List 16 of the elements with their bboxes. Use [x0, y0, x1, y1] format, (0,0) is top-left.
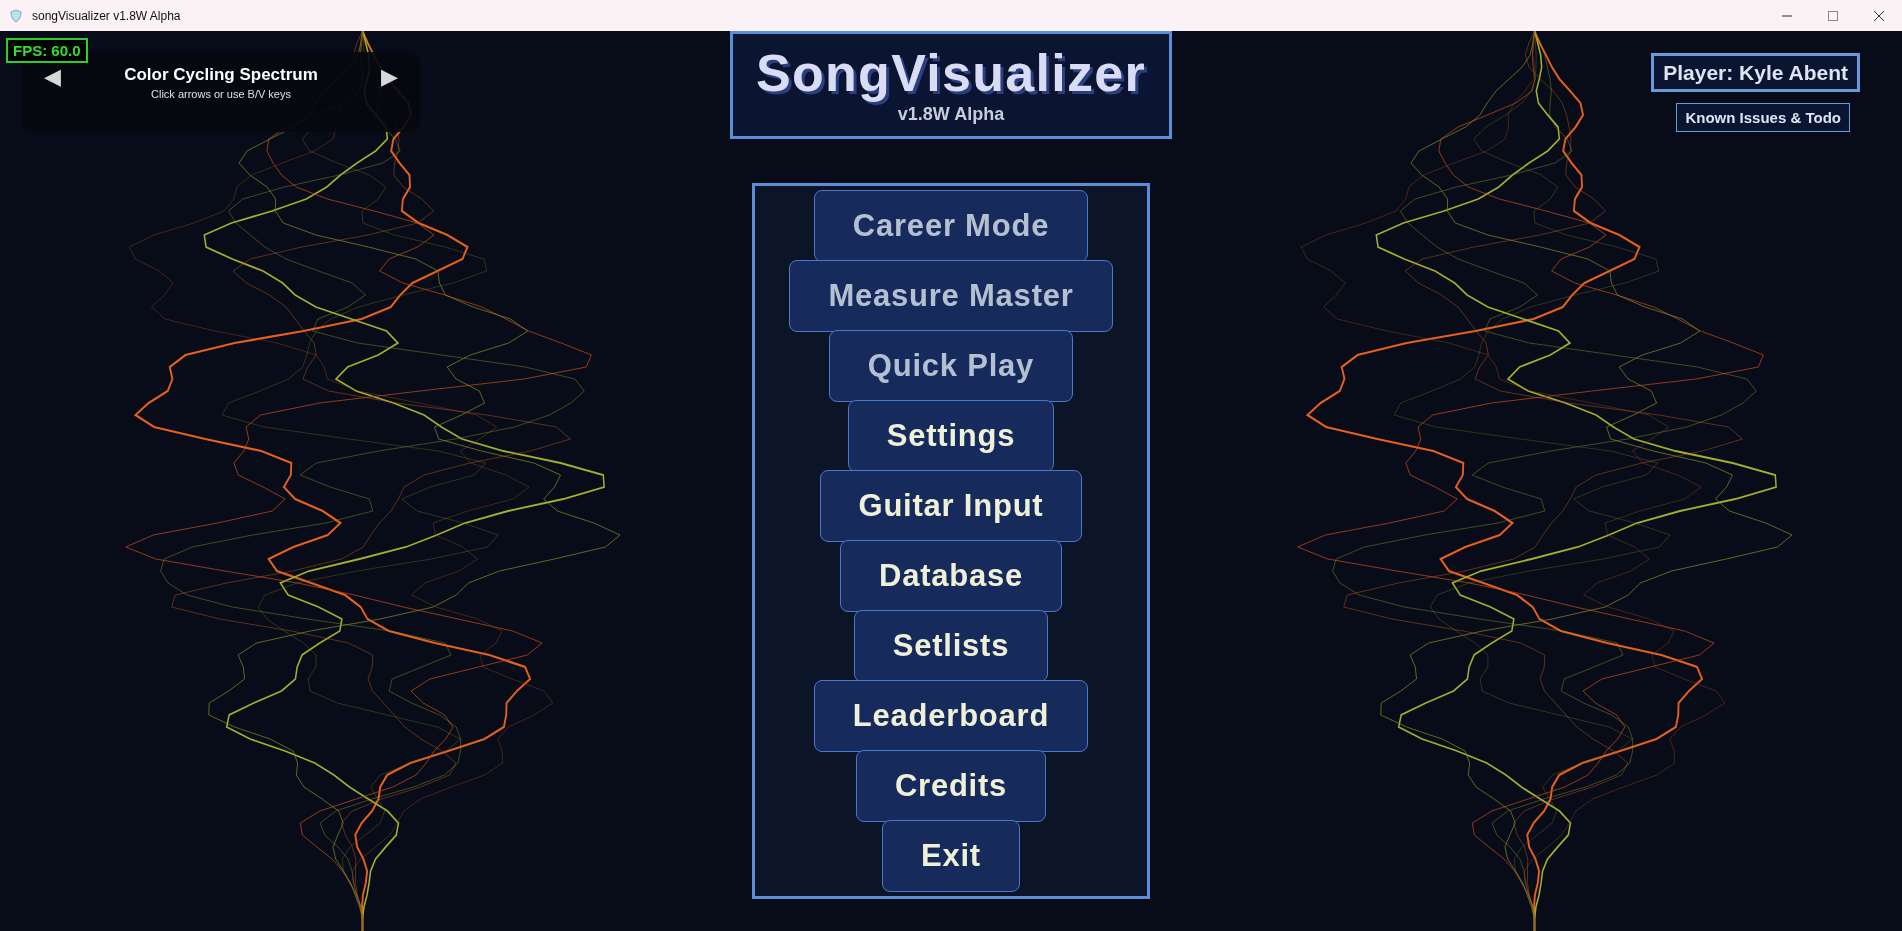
visualizer-hint: Click arrows or use B/V keys: [151, 87, 291, 102]
menu-button[interactable]: Exit: [882, 820, 1020, 892]
visualizer-name: Color Cycling Spectrum: [124, 64, 318, 86]
app-logo-icon: [9, 8, 23, 23]
menu-button[interactable]: Setlists: [853, 610, 1049, 682]
menu-button[interactable]: Credits: [855, 750, 1047, 822]
menu-button[interactable]: Database: [839, 540, 1063, 612]
fps-counter: FPS: 60.0: [6, 38, 88, 63]
player-label: Player: Kyle Abent: [1651, 53, 1860, 92]
app-title: SongVisualizer: [756, 43, 1146, 104]
menu-button[interactable]: Guitar Input: [819, 470, 1083, 542]
window-title: songVisualizer v1.8W Alpha: [32, 7, 181, 25]
version-label: v1.8W Alpha: [897, 104, 1005, 124]
known-issues-button[interactable]: Known Issues & Todo: [1676, 103, 1850, 132]
menu-button[interactable]: Leaderboard: [813, 680, 1089, 752]
menu-button[interactable]: Settings: [847, 400, 1055, 472]
